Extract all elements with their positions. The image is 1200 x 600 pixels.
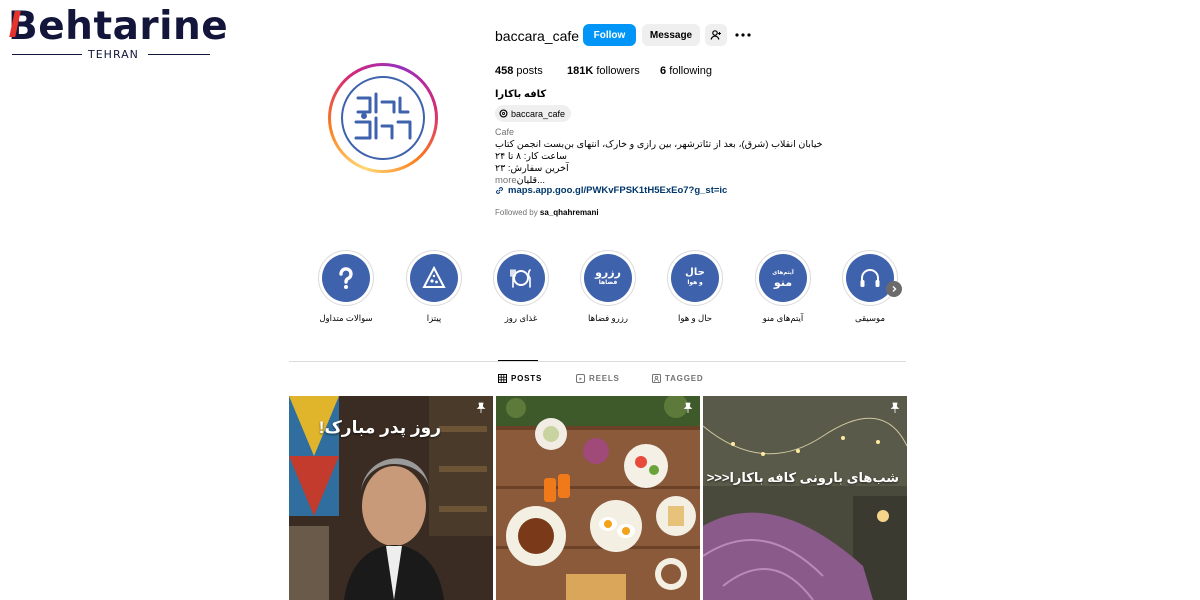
tabs-divider <box>289 361 906 362</box>
post-caption: روز پدر مبارک! <box>318 418 441 437</box>
active-tab-indicator <box>498 360 538 361</box>
threads-handle: baccara_cafe <box>511 108 566 119</box>
tab-posts[interactable]: POSTS <box>498 374 542 383</box>
bio-line: آخرین سفارش: ۲۳ <box>495 163 569 174</box>
highlight-label: حال و هوا <box>677 313 713 323</box>
mood-icon: حال و هوا <box>671 254 719 302</box>
profile-category: Cafe <box>495 127 515 137</box>
following-link[interactable]: 6 following <box>660 65 712 77</box>
profile-avatar[interactable] <box>328 63 438 173</box>
highlight-pizza[interactable]: پیتزا <box>406 250 462 324</box>
profile-username: baccara_cafe <box>495 28 580 44</box>
question-icon <box>339 267 353 289</box>
highlight-mood[interactable]: حال و هوا حال و هوا <box>667 250 723 324</box>
posts-count: 458 posts <box>495 65 543 77</box>
followed-by-user: sa_qhahremani <box>539 208 599 217</box>
post-thumbnail[interactable]: شب‌های بارونی کافه باکارا<<< <box>703 396 907 600</box>
cafe-logo-icon <box>354 92 412 140</box>
threads-badge[interactable]: baccara_cafe <box>495 105 572 122</box>
plate-cutlery-icon <box>510 269 531 288</box>
profile-display-name: کافه باکارا <box>495 89 547 100</box>
post-thumbnail[interactable] <box>496 396 700 600</box>
follow-button[interactable]: Follow <box>583 24 636 46</box>
pin-icon <box>890 402 900 413</box>
highlight-menu-items[interactable]: آیتم‌های منو آیتم‌های منو <box>755 250 811 324</box>
highlight-label: رزرو فضاها <box>588 313 628 323</box>
highlight-label: غذای روز <box>504 313 538 323</box>
followed-by[interactable]: Followed by sa_qhahremani <box>495 208 599 217</box>
tagged-icon <box>652 374 661 383</box>
highlight-reserve[interactable]: رزرو فضاها رزرو فضاها <box>580 250 636 324</box>
breakfast-table-photo <box>496 396 700 600</box>
watermark-line-left <box>12 54 82 55</box>
chevron-right-icon <box>892 286 897 292</box>
highlights-next-button[interactable] <box>886 281 902 297</box>
highlight-label: سوالات متداول <box>319 313 373 323</box>
bio-line: خیابان انقلاب (شرق)، بعد از تئاترشهر، بی… <box>495 139 823 150</box>
watermark-wordmark: Behtarine <box>8 6 228 48</box>
pin-icon <box>476 402 486 413</box>
watermark-logo: Behtarine TEHRAN <box>8 6 228 64</box>
reserve-icon: رزرو فضاها <box>584 254 632 302</box>
profile-link-text: maps.app.goo.gl/PWKvFPSK1tH5ExEo7?g_st=i… <box>508 185 728 196</box>
watermark-word: ehtarine <box>38 4 229 49</box>
highlight-label: پیتزا <box>426 313 442 323</box>
post-thumbnail[interactable]: روز پدر مبارک! <box>289 396 493 600</box>
tab-reels[interactable]: REELS <box>576 374 620 383</box>
highlight-label: آیتم‌های منو <box>762 313 804 323</box>
menu-icon: آیتم‌های منو <box>759 254 807 302</box>
watermark-line-right <box>148 54 210 55</box>
post-caption: شب‌های بارونی کافه باکارا<<< <box>706 470 899 485</box>
profile-link[interactable]: maps.app.goo.gl/PWKvFPSK1tH5ExEo7?g_st=i… <box>495 185 727 196</box>
cafe-logo <box>341 76 425 160</box>
message-button[interactable]: Message <box>642 24 700 46</box>
highlight-label: موسیقی <box>854 313 885 323</box>
bio-line: ساعت کار: ۸ تا ۲۴ <box>495 151 567 162</box>
more-options-icon[interactable] <box>735 27 751 43</box>
suggested-accounts-button[interactable] <box>705 24 727 46</box>
pizza-icon <box>422 265 446 288</box>
link-icon <box>496 187 503 194</box>
watermark-first-letter: B <box>8 4 39 49</box>
add-user-icon <box>710 30 721 40</box>
headphones-icon <box>860 269 880 287</box>
grid-icon <box>498 374 507 383</box>
tab-tagged[interactable]: TAGGED <box>652 374 703 383</box>
threads-icon <box>499 109 508 118</box>
highlight-faq[interactable]: سوالات متداول <box>318 250 374 324</box>
followers-link[interactable]: 181K followers <box>567 65 640 77</box>
highlight-daily-food[interactable]: غذای روز <box>493 250 549 324</box>
rainy-night-photo <box>703 396 907 600</box>
pin-icon <box>683 402 693 413</box>
watermark-subtitle: TEHRAN <box>88 48 139 61</box>
reels-icon <box>576 374 585 383</box>
